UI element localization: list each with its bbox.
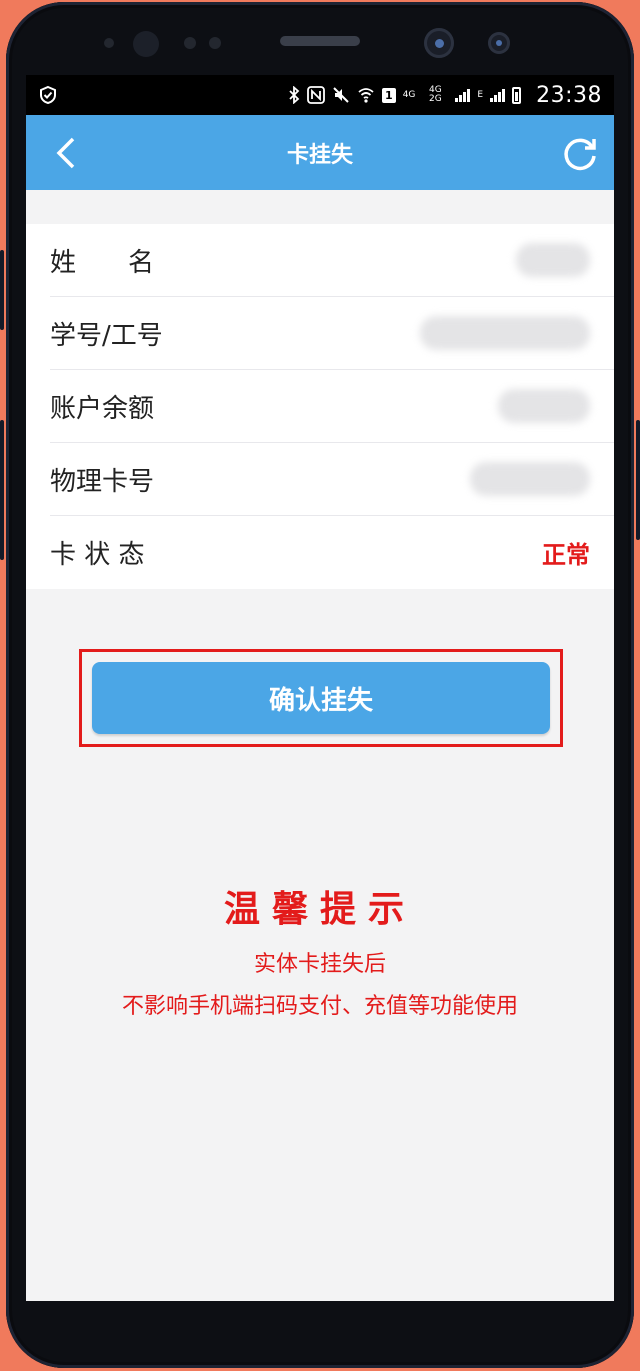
sensor-dot [209,37,221,49]
card-info-list: 姓 名 学号/工号 账户余额 物理卡号 卡 状 态 正常 [26,224,614,589]
clock: 23:38 [536,82,602,108]
row-label: 物理卡号 [50,466,155,497]
tips-section: 温馨提示 实体卡挂失后 不影响手机端扫码支付、充值等功能使用 [26,880,614,1020]
refresh-button[interactable] [560,133,600,173]
redacted-value [470,462,590,496]
info-row-name: 姓 名 [50,224,614,297]
confirm-loss-button[interactable]: 确认挂失 [92,662,550,734]
status-badge: 正常 [542,541,590,569]
redacted-value [420,316,590,350]
redacted-value [498,389,590,423]
info-row-card-status: 卡 状 态 正常 [50,516,614,589]
battery-icon [512,86,522,104]
confirm-button-highlight: 确认挂失 [79,649,563,747]
chevron-left-icon [56,137,75,169]
info-row-card-number: 物理卡号 [50,443,614,516]
signal-bars-icon [455,88,471,102]
nav-bar: 卡挂失 [26,115,614,190]
tips-title: 温馨提示 [223,889,416,930]
network-4g-2g-label: 4G 2G [429,85,442,104]
row-label: 姓 名 [50,247,155,278]
iris-camera [488,32,510,54]
row-label: 账户余额 [50,393,155,424]
status-icons: 1 4G 4G 2G E 23:38 [288,83,602,108]
nfc-icon [307,86,325,104]
sim-badge: 1 [382,87,396,103]
mute-icon [333,87,349,103]
info-row-balance: 账户余额 [50,370,614,443]
top-bezel [0,0,640,75]
app-screen: 1 4G 4G 2G E 23:38 卡挂失 姓 名 学号/工号 账户余额 物理… [26,75,614,1301]
bluetooth-icon [289,86,300,104]
network-4g-label: 4G [402,89,416,100]
page-title: 卡挂失 [286,142,353,168]
side-button [0,250,4,330]
redacted-value [516,243,590,277]
info-row-id: 学号/工号 [50,297,614,370]
side-button [636,420,640,540]
sensor-dot [104,38,114,48]
sensor-dot [133,31,159,57]
back-button[interactable] [46,133,86,173]
tips-line-2: 不影响手机端扫码支付、充值等功能使用 [121,994,518,1019]
row-label: 学号/工号 [50,320,163,351]
front-camera [424,28,454,58]
status-bar: 1 4G 4G 2G E 23:38 [26,75,614,115]
side-button [0,420,4,560]
refresh-icon [564,138,596,171]
signal-bars-icon [490,88,506,102]
row-label: 卡 状 态 [50,540,145,570]
tips-line-1: 实体卡挂失后 [253,952,386,977]
status-left [38,85,288,105]
sensor-dot [184,37,196,49]
earpiece-speaker [280,36,360,46]
network-e-label: E [477,89,484,100]
shield-check-icon [40,85,56,105]
wifi-icon [358,88,374,103]
